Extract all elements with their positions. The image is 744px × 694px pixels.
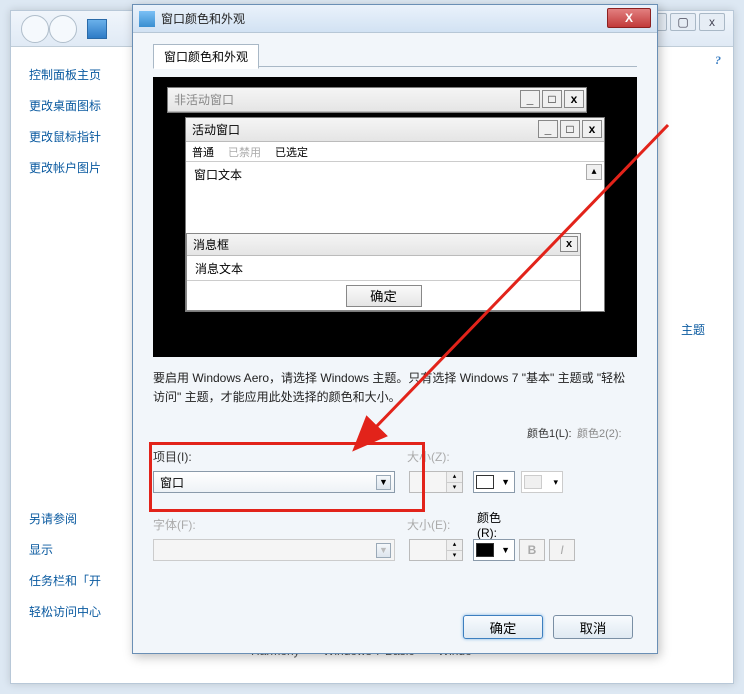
- label-color2: 颜色2(2):: [577, 425, 623, 441]
- active-window-controls: _ □ x: [536, 120, 602, 138]
- menu-item-selected: 已选定: [275, 144, 308, 160]
- italic-button: I: [549, 539, 575, 561]
- msgbox-text: 消息文本: [187, 256, 580, 280]
- close-icon: x: [582, 120, 602, 138]
- maximize-icon: □: [560, 120, 580, 138]
- item-dropdown[interactable]: 窗口 ▼: [153, 471, 395, 493]
- dropdown-arrow-icon: ▼: [376, 475, 391, 490]
- hint-text: 要启用 Windows Aero，请选择 Windows 主题。只有选择 Win…: [153, 369, 637, 407]
- msgbox-title: 消息框: [193, 236, 229, 253]
- window-icon: [87, 19, 107, 39]
- dialog-title: 窗口颜色和外观: [161, 10, 245, 27]
- spin-down-icon: ▾: [447, 551, 462, 561]
- close-icon: x: [564, 90, 584, 108]
- tab-appearance[interactable]: 窗口颜色和外观: [153, 44, 259, 69]
- color-r-picker[interactable]: ▼: [473, 539, 515, 561]
- dialog-buttons: 确定 取消: [463, 615, 633, 639]
- inactive-window-controls: _ □ x: [518, 90, 584, 108]
- dialog-titlebar[interactable]: 窗口颜色和外观 X: [133, 5, 657, 33]
- preview-msgbox: 消息框 x 消息文本 确定: [186, 233, 581, 311]
- sidebar: 控制面板主页 更改桌面图标 更改鼠标指针 更改帐户图片 另请参阅 显示 任务栏和…: [29, 66, 139, 634]
- sidebar-link-desktop-icons[interactable]: 更改桌面图标: [29, 97, 139, 114]
- theme-label: 主题: [681, 321, 705, 338]
- sidebar-link-account-pic[interactable]: 更改帐户图片: [29, 159, 139, 176]
- maximize-icon: □: [542, 90, 562, 108]
- dropdown-arrow-icon: ▾: [553, 477, 560, 488]
- preview-menu: 普通 已禁用 已选定: [186, 142, 604, 162]
- size-z-spinner[interactable]: ▴▾: [409, 471, 463, 493]
- nav-back-forward[interactable]: [21, 15, 77, 46]
- spin-up-icon: ▴: [447, 540, 462, 551]
- sidebar-link-easeofaccess[interactable]: 轻松访问中心: [29, 603, 139, 620]
- sidebar-link-mouse[interactable]: 更改鼠标指针: [29, 128, 139, 145]
- minimize-icon: _: [520, 90, 540, 108]
- preview-inactive-window: 非活动窗口 _ □ x: [167, 87, 587, 113]
- dropdown-arrow-icon: ▼: [501, 477, 512, 487]
- cancel-button[interactable]: 取消: [553, 615, 633, 639]
- sidebar-seealso: 另请参阅: [29, 510, 139, 527]
- help-icon[interactable]: ?: [715, 53, 721, 68]
- preview-textarea: 窗口文本 ▴: [186, 162, 604, 222]
- label-size-e: 大小(E):: [407, 516, 467, 533]
- preview-active-window: 活动窗口 _ □ x 普通 已禁用 已选定 窗口文本 ▴: [185, 117, 605, 312]
- close-icon[interactable]: x: [699, 13, 725, 31]
- dropdown-arrow-icon: ▼: [501, 545, 512, 555]
- preview-area: 非活动窗口 _ □ x 活动窗口 _ □ x: [153, 77, 637, 357]
- color1-picker[interactable]: ▼: [473, 471, 515, 493]
- color2-swatch: [524, 475, 542, 489]
- minimize-icon: _: [538, 120, 558, 138]
- dialog-icon: [139, 11, 155, 27]
- sidebar-title: 控制面板主页: [29, 66, 139, 83]
- msgbox-ok-button: 确定: [346, 285, 422, 307]
- scroll-up-icon: ▴: [586, 164, 602, 180]
- label-item: 项目(I):: [153, 448, 213, 465]
- spin-down-icon[interactable]: ▾: [447, 483, 462, 493]
- textarea-text: 窗口文本: [194, 168, 242, 182]
- msgbox-close-icon: x: [560, 236, 578, 252]
- dropdown-arrow-icon: ▼: [376, 543, 391, 558]
- menu-item-disabled: 已禁用: [228, 144, 261, 160]
- item-dropdown-value: 窗口: [160, 474, 184, 491]
- size-e-spinner: ▴▾: [409, 539, 463, 561]
- sidebar-link-taskbar[interactable]: 任务栏和「开: [29, 572, 139, 589]
- ok-button[interactable]: 确定: [463, 615, 543, 639]
- label-size-z: 大小(Z):: [407, 448, 467, 465]
- dialog-close-button[interactable]: X: [607, 8, 651, 28]
- bold-button: B: [519, 539, 545, 561]
- spin-up-icon[interactable]: ▴: [447, 472, 462, 483]
- active-window-title: 活动窗口: [192, 121, 240, 138]
- label-font: 字体(F):: [153, 516, 213, 533]
- font-dropdown: ▼: [153, 539, 395, 561]
- label-color1: 颜色1(L):: [527, 425, 577, 441]
- menu-item-normal: 普通: [192, 144, 214, 160]
- form: 颜色1(L): 颜色2(2): 项目(I): 大小(Z): 窗口 ▼ ▴▾: [153, 425, 637, 563]
- appearance-dialog: 窗口颜色和外观 X 窗口颜色和外观 非活动窗口 _ □ x 活动窗口: [132, 4, 658, 654]
- inactive-window-title: 非活动窗口: [174, 91, 234, 108]
- color2-picker: ▾: [521, 471, 563, 493]
- label-color-r: 颜色(R):: [477, 509, 519, 540]
- maximize-icon[interactable]: ▢: [670, 13, 696, 31]
- color1-swatch: [476, 475, 494, 489]
- tab-strip: 窗口颜色和外观: [153, 43, 637, 67]
- color-r-swatch: [476, 543, 494, 557]
- sidebar-link-display[interactable]: 显示: [29, 541, 139, 558]
